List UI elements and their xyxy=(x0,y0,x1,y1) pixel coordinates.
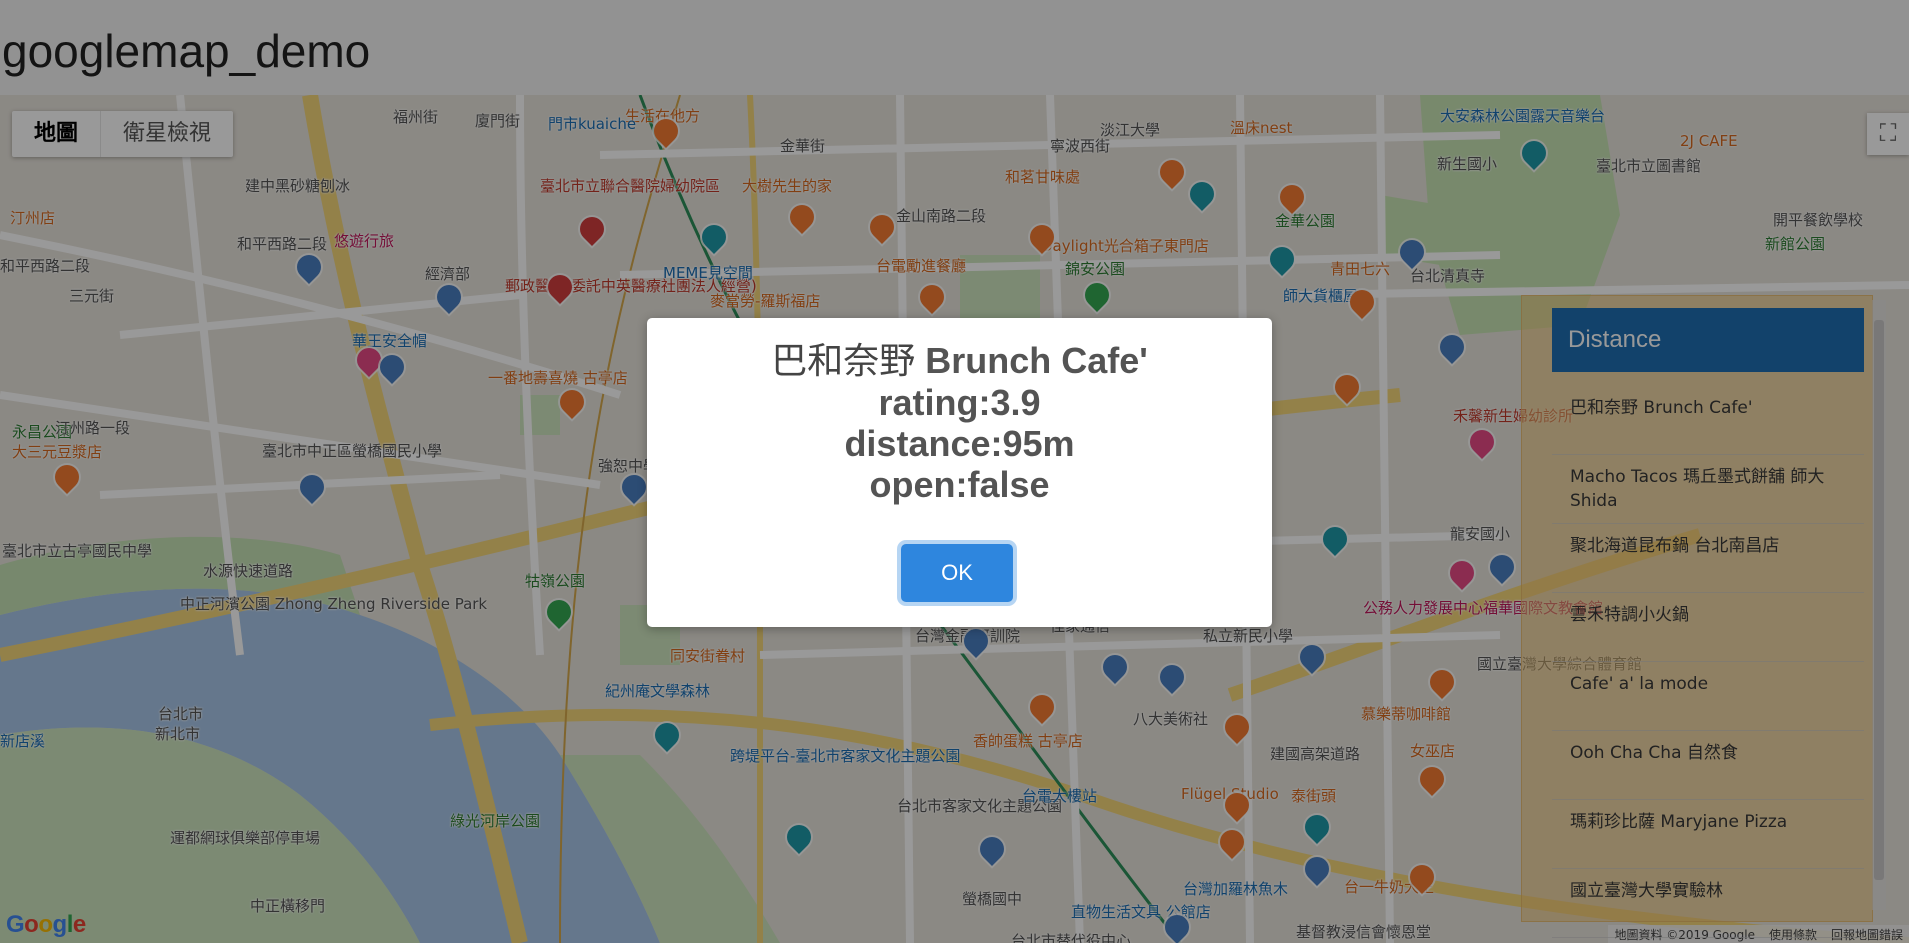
page: googlemap_demo 地圖 衛星檢視 ⛶ 和平西路二段 建中黑砂糖刨冰 … xyxy=(0,0,1909,943)
ok-button[interactable]: OK xyxy=(901,544,1013,602)
place-rating: rating:3.9 xyxy=(878,382,1041,423)
place-name: 巴和奈野 Brunch Cafe' xyxy=(647,340,1272,382)
place-distance: distance:95m xyxy=(844,423,1075,464)
place-info-dialog: 巴和奈野 Brunch Cafe' rating:3.9 distance:95… xyxy=(647,318,1272,627)
place-name-latin: Brunch Cafe' xyxy=(915,340,1148,381)
place-open-status: open:false xyxy=(869,464,1050,505)
place-name-cjk: 巴和奈野 xyxy=(771,341,916,382)
